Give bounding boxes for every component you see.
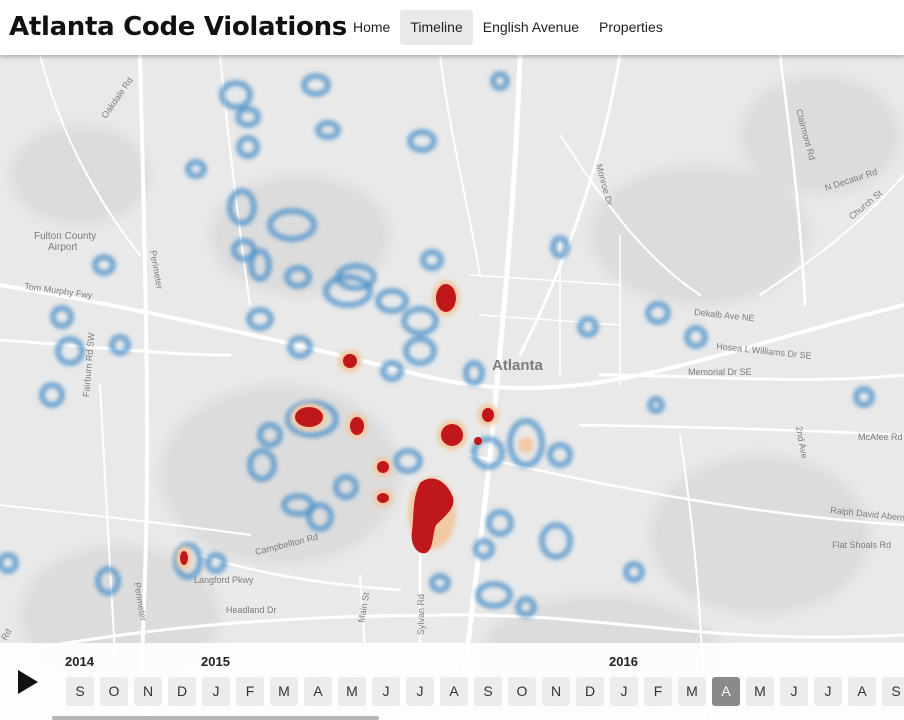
month-button[interactable]: S	[474, 677, 502, 706]
month-button[interactable]: M	[746, 677, 774, 706]
nav-properties[interactable]: Properties	[589, 10, 673, 45]
year-label-2016: 2016	[609, 654, 638, 669]
month-button[interactable]: M	[270, 677, 298, 706]
month-button[interactable]: S	[882, 677, 904, 706]
month-button[interactable]: J	[610, 677, 638, 706]
label-mcafee-rd: McAfee Rd	[858, 432, 903, 442]
month-button[interactable]: J	[780, 677, 808, 706]
label-sylvan-rd: Sylvan Rd	[416, 594, 426, 635]
nav-english-avenue[interactable]: English Avenue	[473, 10, 589, 45]
year-label-2014: 2014	[65, 654, 94, 669]
map-canvas[interactable]: Atlanta Fulton County Airport Oakdale Rd…	[0, 55, 904, 720]
nav-home[interactable]: Home	[343, 10, 400, 45]
month-button[interactable]: A	[712, 677, 740, 706]
main-nav: Home Timeline English Avenue Properties	[343, 10, 673, 45]
month-button[interactable]: F	[236, 677, 264, 706]
heatmap-map[interactable]: Atlanta Fulton County Airport Oakdale Rd…	[0, 55, 904, 720]
month-button[interactable]: D	[576, 677, 604, 706]
label-airport-2: Airport	[48, 242, 78, 253]
month-button[interactable]: J	[406, 677, 434, 706]
timeline-bar: 2014 2015 2016 SONDJFMAMJJASONDJFMAMJJAS	[0, 643, 904, 720]
play-icon[interactable]	[18, 670, 38, 694]
month-button[interactable]: A	[440, 677, 468, 706]
year-label-2015: 2015	[201, 654, 230, 669]
month-button[interactable]: F	[644, 677, 672, 706]
month-button[interactable]: A	[304, 677, 332, 706]
month-button[interactable]: J	[202, 677, 230, 706]
nav-timeline[interactable]: Timeline	[400, 10, 473, 45]
app-header: Atlanta Code Violations Home Timeline En…	[0, 0, 904, 55]
label-memorial-dr: Memorial Dr SE	[688, 367, 752, 377]
timeline-scrollbar[interactable]	[52, 716, 379, 720]
month-button[interactable]: N	[134, 677, 162, 706]
month-button[interactable]: A	[848, 677, 876, 706]
month-button[interactable]: J	[814, 677, 842, 706]
label-atlanta: Atlanta	[492, 357, 543, 374]
month-button[interactable]: N	[542, 677, 570, 706]
month-button[interactable]: D	[168, 677, 196, 706]
label-airport-1: Fulton County	[34, 231, 96, 242]
label-headland-dr: Headland Dr	[226, 605, 277, 615]
app-title: Atlanta Code Violations	[9, 12, 347, 42]
month-button[interactable]: S	[66, 677, 94, 706]
month-button[interactable]: O	[100, 677, 128, 706]
month-button[interactable]: O	[508, 677, 536, 706]
label-langford-pkwy: Langford Pkwy	[194, 575, 254, 585]
month-button[interactable]: J	[372, 677, 400, 706]
month-button[interactable]: M	[338, 677, 366, 706]
label-flat-shoals-rd: Flat Shoals Rd	[832, 540, 891, 550]
month-button[interactable]: M	[678, 677, 706, 706]
